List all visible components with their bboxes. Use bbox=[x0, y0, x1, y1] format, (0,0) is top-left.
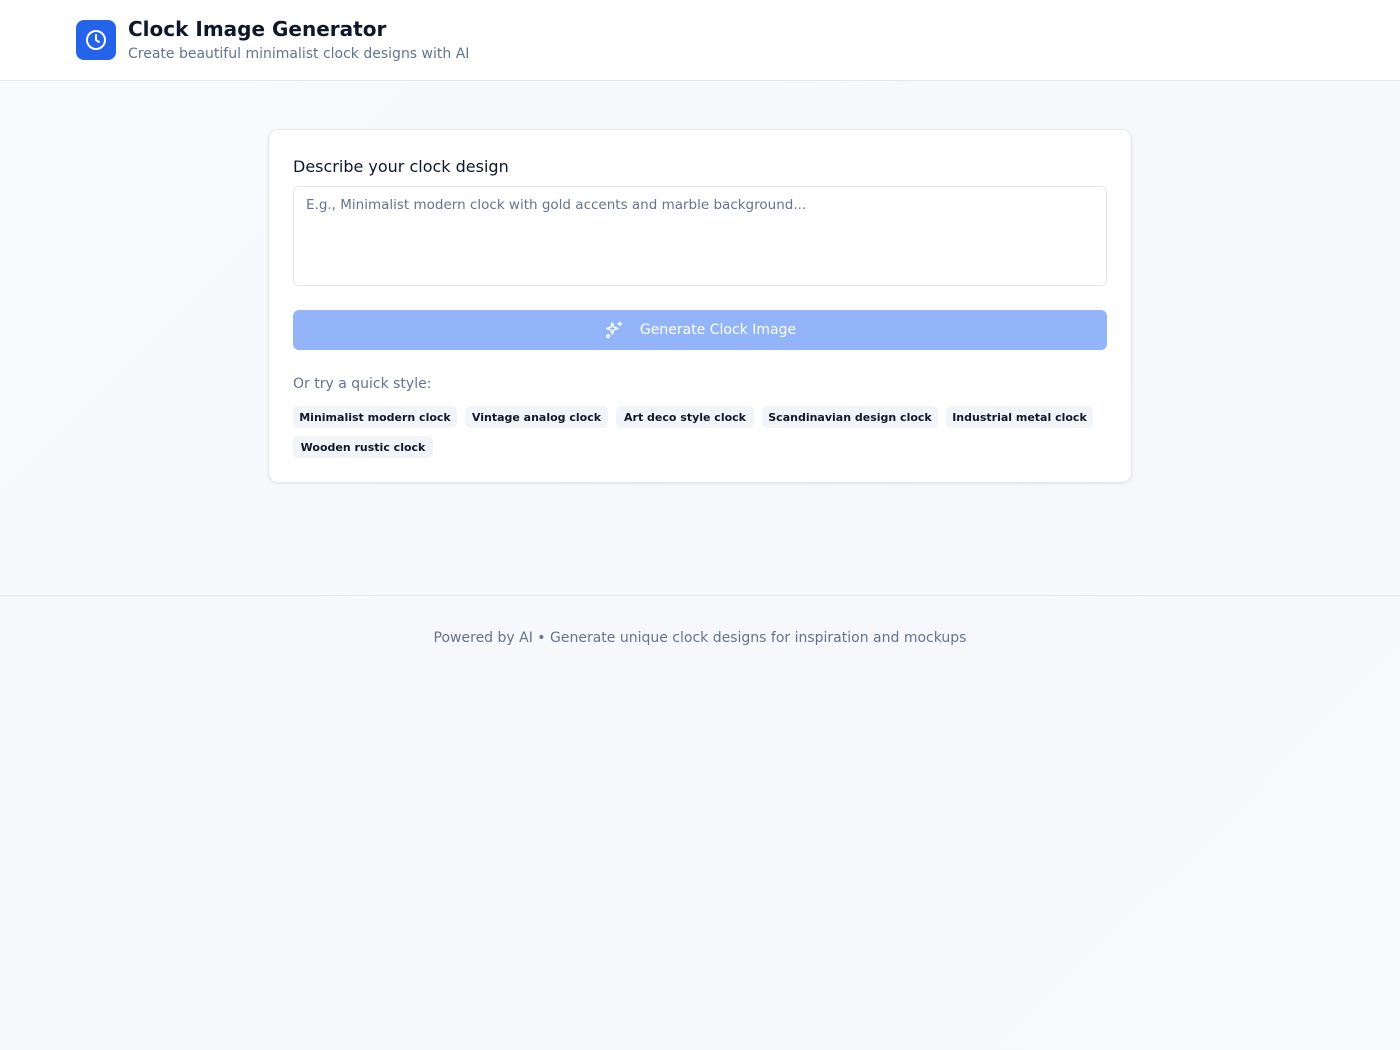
app-logo bbox=[76, 20, 116, 60]
sparkles-icon bbox=[605, 321, 623, 339]
app-title: Clock Image Generator bbox=[128, 17, 387, 41]
quick-style-chip[interactable]: Wooden rustic clock bbox=[293, 436, 433, 458]
generator-card: Describe your clock design Generate Cloc… bbox=[268, 129, 1132, 483]
generate-button[interactable]: Generate Clock Image bbox=[293, 310, 1107, 350]
generate-button-label: Generate Clock Image bbox=[639, 322, 797, 338]
quick-style-chip[interactable]: Scandinavian design clock bbox=[762, 406, 938, 428]
description-input[interactable] bbox=[293, 186, 1107, 286]
quick-style-chip[interactable]: Art deco style clock bbox=[616, 406, 754, 428]
page-footer: Powered by AI • Generate unique clock de… bbox=[0, 595, 1400, 646]
quick-style-chip[interactable]: Minimalist modern clock bbox=[293, 406, 457, 428]
clock-icon bbox=[86, 30, 106, 50]
quick-style-chip[interactable]: Industrial metal clock bbox=[946, 406, 1093, 428]
description-label: Describe your clock design bbox=[293, 157, 509, 176]
quick-style-chip[interactable]: Vintage analog clock bbox=[465, 406, 608, 428]
quick-style-label: Or try a quick style: bbox=[293, 376, 432, 392]
app-header: Clock Image Generator Create beautiful m… bbox=[0, 0, 1400, 81]
footer-text: Powered by AI • Generate unique clock de… bbox=[433, 630, 967, 646]
app-subtitle: Create beautiful minimalist clock design… bbox=[128, 46, 470, 62]
